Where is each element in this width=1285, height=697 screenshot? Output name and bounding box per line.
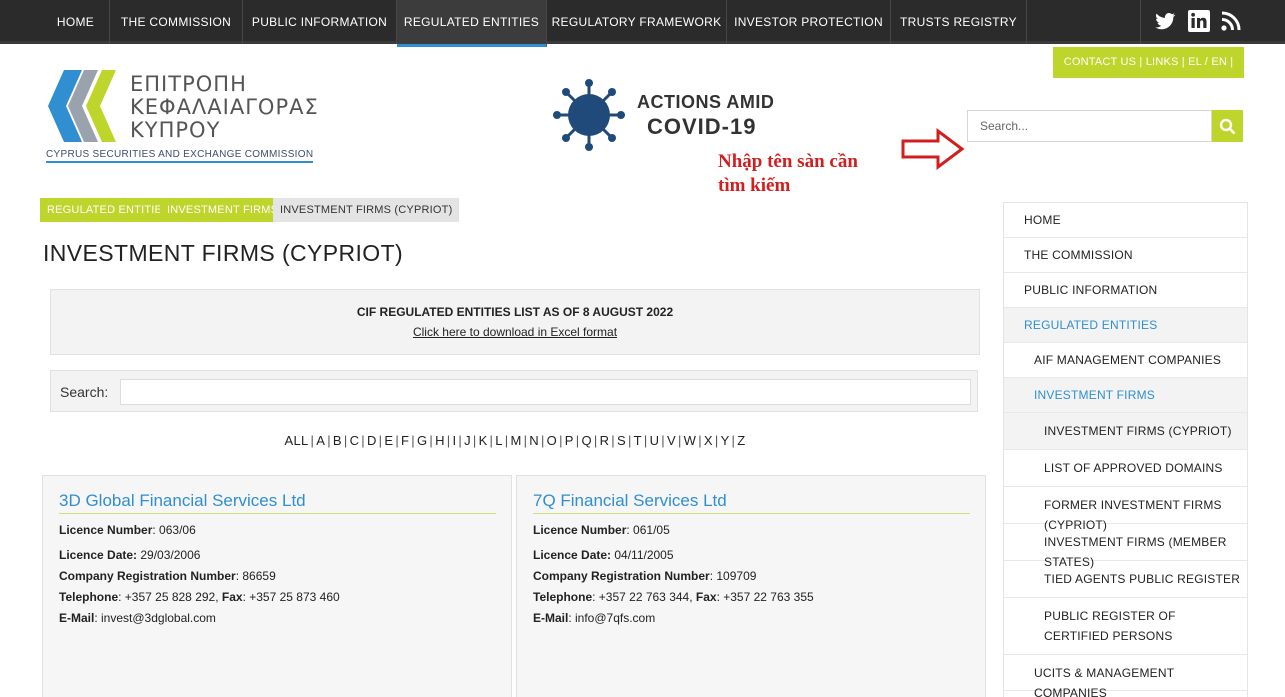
- firm-licence-date: Licence Date: 04/11/2005: [533, 548, 674, 562]
- download-excel-link[interactable]: Click here to download in Excel format: [413, 325, 617, 339]
- nav-public-information[interactable]: PUBLIC INFORMATION: [243, 0, 397, 44]
- alpha-o[interactable]: O: [547, 433, 557, 448]
- firm-licence-number: Licence Number: 061/05: [533, 523, 670, 537]
- sidebar-item-ucits-management-companies[interactable]: UCITS & MANAGEMENT COMPANIES: [1004, 655, 1247, 697]
- logo-line-2: ΚΕΦΑΛΑΙΑΓΟΡΑΣ: [130, 95, 319, 119]
- linkedin-icon[interactable]: [1187, 9, 1211, 33]
- alphabet-filter: ALL | A | B | C | D | E | F | G | H | I | J | K | L | M | N | O | P | Q | R |…: [284, 433, 746, 448]
- alpha-s[interactable]: S: [617, 433, 626, 448]
- alpha-c[interactable]: C: [350, 433, 360, 448]
- alpha-g[interactable]: G: [417, 433, 427, 448]
- alpha-v[interactable]: V: [667, 433, 676, 448]
- firm-card: 3D Global Financial Services Ltd Licence…: [42, 475, 512, 697]
- firm-licence-number: Licence Number: 063/06: [59, 523, 196, 537]
- sidebar-item-investment-firms[interactable]: INVESTMENT FIRMS: [1004, 378, 1247, 413]
- search-input[interactable]: [967, 110, 1212, 142]
- firm-company-registration: Company Registration Number: 109709: [533, 569, 757, 583]
- alpha-all[interactable]: ALL: [285, 433, 309, 448]
- firm-name-link[interactable]: 7Q Financial Services Ltd: [533, 491, 970, 514]
- firm-licence-date: Licence Date: 29/03/2006: [59, 548, 201, 562]
- red-arrow-icon: [901, 128, 965, 170]
- social-links: [1140, 0, 1285, 44]
- search-icon: [1219, 118, 1236, 135]
- firm-name-link[interactable]: 3D Global Financial Services Ltd: [59, 491, 496, 514]
- alpha-i[interactable]: I: [452, 433, 456, 448]
- alpha-q[interactable]: Q: [581, 433, 591, 448]
- firm-telephone-fax: Telephone: +357 25 828 292, Fax: +357 25…: [59, 590, 340, 604]
- nav-investor-protection[interactable]: INVESTOR PROTECTION: [727, 0, 891, 44]
- alpha-u[interactable]: U: [650, 433, 660, 448]
- alpha-z[interactable]: Z: [737, 433, 745, 448]
- twitter-icon[interactable]: [1153, 9, 1177, 33]
- firm-search-panel: Search:: [50, 370, 978, 412]
- page-title: INVESTMENT FIRMS (CYPRIOT): [43, 240, 404, 266]
- nav-home[interactable]: HOME: [42, 0, 110, 44]
- alpha-t[interactable]: T: [634, 433, 642, 448]
- sidebar-menu: HOME THE COMMISSION PUBLIC INFORMATION R…: [1003, 202, 1248, 697]
- regulated-list-notice: CIF REGULATED ENTITIES LIST AS OF 8 AUGU…: [50, 289, 980, 355]
- annotation-line-2: tìm kiếm: [718, 175, 791, 196]
- nav-trusts-registry[interactable]: TRUSTS REGISTRY: [891, 0, 1027, 44]
- alpha-j[interactable]: J: [464, 433, 471, 448]
- firm-card: 7Q Financial Services Ltd Licence Number…: [516, 475, 986, 697]
- nav-regulated-entities[interactable]: REGULATED ENTITIES: [397, 0, 547, 47]
- sidebar-item-former-investment-firms[interactable]: FORMER INVESTMENT FIRMS (CYPRIOT): [1004, 487, 1247, 532]
- alpha-m[interactable]: M: [510, 433, 521, 448]
- breadcrumb-investment-firms[interactable]: INVESTMENT FIRMS: [160, 198, 286, 222]
- sidebar-item-home[interactable]: HOME: [1004, 203, 1247, 238]
- alpha-y[interactable]: Y: [721, 433, 730, 448]
- alpha-a[interactable]: A: [316, 433, 325, 448]
- firm-email: E-Mail: info@7qfs.com: [533, 611, 656, 625]
- sidebar-item-regulated-entities[interactable]: REGULATED ENTITIES: [1004, 308, 1247, 343]
- alpha-k[interactable]: K: [479, 433, 488, 448]
- sidebar-item-the-commission[interactable]: THE COMMISSION: [1004, 238, 1247, 273]
- alpha-r[interactable]: R: [600, 433, 610, 448]
- nav-regulatory-framework[interactable]: REGULATORY FRAMEWORK: [547, 0, 727, 44]
- annotation-text: Nhập tên sàn cần tìm kiếm: [718, 150, 858, 198]
- sidebar-item-aif-management-companies[interactable]: AIF MANAGEMENT COMPANIES: [1004, 343, 1247, 378]
- alpha-f[interactable]: F: [401, 433, 409, 448]
- sidebar-item-certified-persons-register[interactable]: PUBLIC REGISTER OF CERTIFIED PERSONS: [1004, 598, 1247, 655]
- sidebar-item-investment-firms-member-states[interactable]: INVESTMENT FIRMS (MEMBER STATES): [1004, 524, 1247, 569]
- alpha-l[interactable]: L: [495, 433, 503, 448]
- alpha-p[interactable]: P: [565, 433, 574, 448]
- logo-subtitle: CYPRUS SECURITIES AND EXCHANGE COMMISSIO…: [46, 149, 314, 163]
- firm-search-input[interactable]: [120, 379, 971, 405]
- sidebar-item-tied-agents-register[interactable]: TIED AGENTS PUBLIC REGISTER: [1004, 561, 1247, 598]
- sidebar-item-list-of-approved-domains[interactable]: LIST OF APPROVED DOMAINS: [1004, 450, 1247, 487]
- covid-banner[interactable]: ACTIONS AMID COVID-19: [553, 78, 783, 154]
- firm-email: E-Mail: invest@3dglobal.com: [59, 611, 216, 625]
- cysec-logo[interactable]: ΕΠΙΤΡΟΠΗ ΚΕΦΑΛΑΙΑΓΟΡΑΣ ΚΥΠΡΟΥ CYPRUS SEC…: [44, 62, 324, 167]
- top-navigation: HOME THE COMMISSION PUBLIC INFORMATION R…: [0, 0, 1285, 47]
- alpha-d[interactable]: D: [367, 433, 377, 448]
- search-button[interactable]: [1212, 110, 1243, 142]
- alpha-w[interactable]: W: [684, 433, 697, 448]
- breadcrumb-regulated-entities[interactable]: REGULATED ENTITIES: [40, 198, 177, 222]
- contact-links-bar[interactable]: CONTACT US | LINKS | EL / EN |: [1053, 47, 1244, 78]
- breadcrumb-current: INVESTMENT FIRMS (CYPRIOT): [273, 198, 460, 222]
- covid-title-line-2: COVID-19: [647, 114, 757, 139]
- sidebar-item-investment-firms-cypriot[interactable]: INVESTMENT FIRMS (CYPRIOT): [1004, 413, 1247, 450]
- alpha-e[interactable]: E: [384, 433, 393, 448]
- annotation-line-1: Nhập tên sàn cần: [718, 151, 858, 172]
- notice-heading: CIF REGULATED ENTITIES LIST AS OF 8 AUGU…: [356, 305, 674, 319]
- nav-the-commission[interactable]: THE COMMISSION: [110, 0, 243, 44]
- sidebar-item-public-information[interactable]: PUBLIC INFORMATION: [1004, 273, 1247, 308]
- alpha-x[interactable]: X: [704, 433, 713, 448]
- firm-search-label: Search:: [60, 384, 109, 400]
- logo-line-1: ΕΠΙΤΡΟΠΗ: [130, 72, 247, 96]
- covid-title-line-1: ACTIONS AMID: [637, 92, 775, 112]
- alpha-b[interactable]: B: [333, 433, 342, 448]
- logo-line-3: ΚΥΠΡΟΥ: [130, 118, 221, 142]
- alpha-h[interactable]: H: [435, 433, 445, 448]
- site-search: [967, 110, 1243, 142]
- covid-virus-icon: [553, 79, 625, 151]
- firm-telephone-fax: Telephone: +357 22 763 344, Fax: +357 22…: [533, 590, 814, 604]
- rss-icon[interactable]: [1219, 9, 1243, 33]
- alpha-n[interactable]: N: [529, 433, 539, 448]
- firm-company-registration: Company Registration Number: 86659: [59, 569, 276, 583]
- logo-chevrons-icon: [48, 70, 116, 142]
